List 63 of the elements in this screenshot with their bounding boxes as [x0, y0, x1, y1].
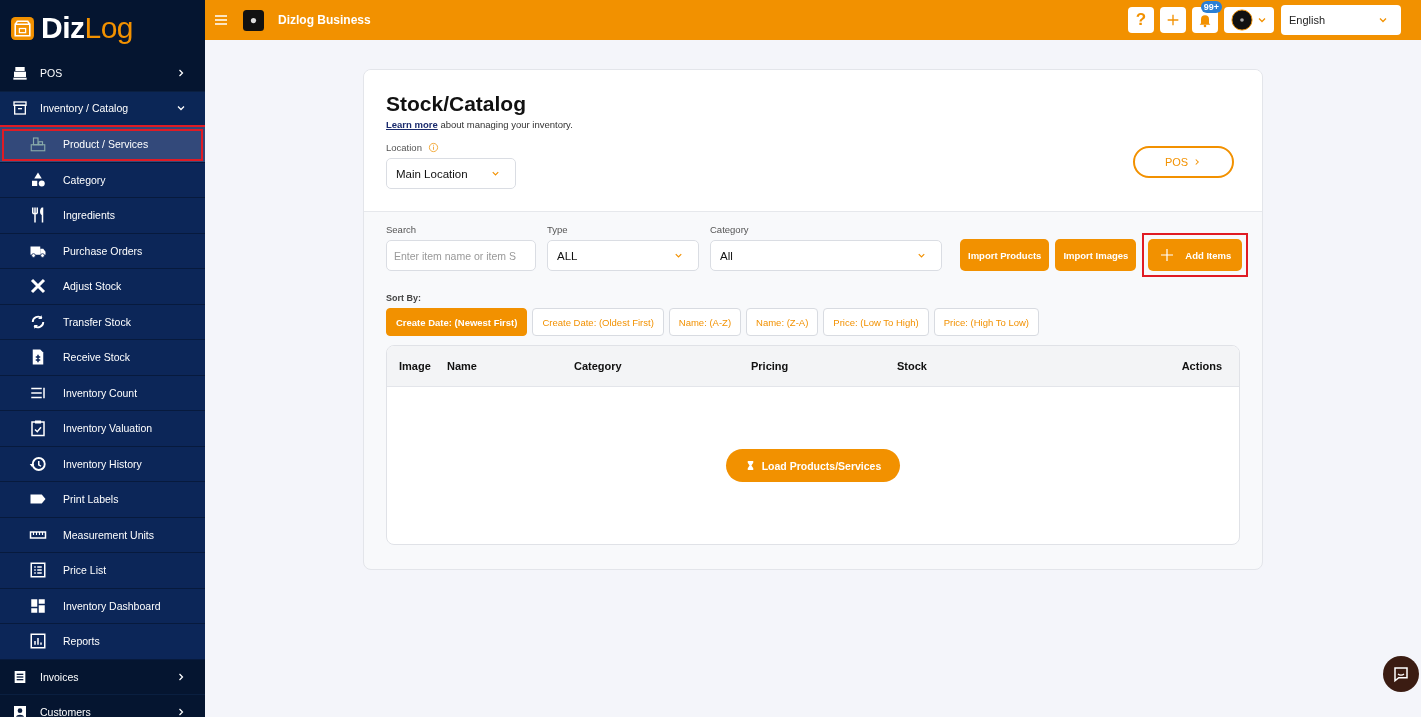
field-label: Search: [386, 224, 418, 235]
business-logo-icon: [243, 9, 264, 31]
sidebar-item[interactable]: Inventory Count: [0, 375, 205, 411]
field-label: Category: [710, 224, 750, 235]
menu-icon: [213, 12, 229, 28]
logo-text: DizLog: [41, 11, 134, 45]
clipboard-check-icon: [29, 419, 47, 438]
field-label: Type: [547, 224, 569, 235]
clock-history-icon: [29, 454, 47, 473]
sidebar-item[interactable]: Price List: [0, 553, 205, 589]
column-header: Name: [447, 360, 478, 372]
person-card-icon: [12, 704, 28, 717]
column-header: Category: [574, 360, 623, 372]
register-icon: [12, 65, 28, 82]
shapes-icon: [29, 170, 47, 189]
notification-badge: 99+: [1200, 1, 1222, 13]
sidebar-item[interactable]: Transfer Stock: [0, 304, 205, 340]
plus-icon: [1159, 247, 1176, 263]
column-header: Actions: [1181, 360, 1222, 372]
bell-icon: [1197, 12, 1213, 28]
sidebar-item[interactable]: Customers: [0, 695, 205, 717]
avatar-icon: [1230, 9, 1253, 31]
sidebar-item[interactable]: Inventory / Catalog: [0, 91, 205, 127]
sort-label: Sort By:: [386, 293, 422, 303]
search-field[interactable]: Enter item name or item S: [386, 240, 536, 271]
sidebar-item[interactable]: Inventory Dashboard: [0, 588, 205, 624]
column-header: Pricing: [751, 360, 790, 372]
type-select[interactable]: ALL: [547, 240, 699, 271]
sidebar-item[interactable]: Adjust Stock: [0, 269, 205, 305]
category-select[interactable]: All: [710, 240, 942, 271]
sidebar-item[interactable]: Inventory History: [0, 446, 205, 482]
profile-button[interactable]: [1224, 7, 1274, 33]
column-header: Stock: [897, 360, 928, 372]
sidebar-item[interactable]: POS: [0, 56, 205, 92]
sidebar-item[interactable]: Reports: [0, 624, 205, 660]
document-list-icon: [12, 668, 28, 685]
page-title: Stock/Catalog: [386, 92, 528, 116]
location-select[interactable]: Main Location: [386, 158, 516, 189]
bar-chart-icon: [29, 632, 47, 651]
sidebar-item[interactable]: Invoices: [0, 659, 205, 695]
dashboard-icon: [29, 596, 47, 615]
sidebar-item[interactable]: Ingredients: [0, 198, 205, 234]
chat-icon: [1392, 665, 1410, 683]
sidebar-item[interactable]: Category: [0, 162, 205, 198]
learn-more-link[interactable]: Learn more: [386, 119, 438, 130]
column-header: Image: [399, 360, 432, 372]
sidebar-item[interactable]: Measurement Units: [0, 517, 205, 553]
help-text: Learn more about managing your inventory.: [386, 119, 573, 130]
business-name: Dizlog Business: [278, 13, 372, 27]
archive-box-icon: [12, 100, 28, 117]
boxes-icon: [29, 135, 47, 154]
plus-icon: [1165, 12, 1181, 28]
sidebar-item[interactable]: Receive Stock: [0, 340, 205, 376]
sidebar-item[interactable]: Purchase Orders: [0, 233, 205, 269]
list-icon: [29, 561, 47, 580]
chat-button[interactable]: [1383, 656, 1419, 692]
store-logo-icon: [10, 15, 35, 41]
sidebar-item[interactable]: Product / Services: [0, 127, 205, 163]
info-icon: [427, 142, 439, 153]
field-label: Location: [386, 142, 422, 153]
sidebar-item[interactable]: Print Labels: [0, 482, 205, 518]
sidebar-item[interactable]: Inventory Valuation: [0, 411, 205, 447]
language-select[interactable]: English: [1281, 5, 1401, 35]
